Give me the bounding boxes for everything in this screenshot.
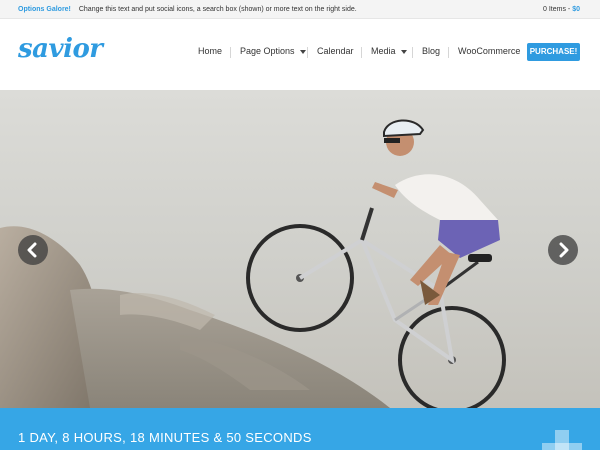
caret-down-icon (299, 49, 306, 54)
purchase-button[interactable]: PURCHASE! (527, 43, 580, 61)
plus-icon (542, 430, 582, 450)
nav-divider (412, 47, 413, 58)
caret-down-icon (400, 49, 407, 54)
top-bar: Options Galore! Change this text and put… (0, 0, 600, 19)
nav-divider (361, 47, 362, 58)
hero-slider (0, 90, 600, 408)
site-logo[interactable]: savior (18, 34, 103, 64)
nav-item-home[interactable]: Home (198, 46, 222, 56)
slider-next-button[interactable] (548, 235, 578, 265)
countdown-bar: 1 DAY, 8 HOURS, 18 MINUTES & 50 SECONDS (0, 408, 600, 450)
nav-divider (307, 47, 308, 58)
nav-item-blog[interactable]: Blog (422, 46, 440, 56)
nav-divider (230, 47, 231, 58)
hero-image (0, 119, 506, 408)
promo-title: Options Galore! (18, 6, 71, 13)
promo-text: Change this text and put social icons, a… (78, 6, 357, 13)
nav-item-label: Media (371, 46, 396, 56)
nav-item-woocommerce[interactable]: WooCommerce (458, 46, 520, 56)
nav-item-calendar[interactable]: Calendar (317, 46, 354, 56)
slider-prev-button[interactable] (18, 235, 48, 265)
nav-item-media[interactable]: Media (371, 46, 407, 56)
nav-divider (448, 47, 449, 58)
nav-item-page-options[interactable]: Page Options (240, 46, 306, 56)
chevron-right-icon (559, 242, 569, 258)
countdown-text: 1 DAY, 8 HOURS, 18 MINUTES & 50 SECONDS (18, 430, 312, 445)
cart-price[interactable]: $0 (572, 6, 580, 13)
site-header: savior Home Page Options Calendar Media … (0, 19, 600, 90)
cart-items[interactable]: 0 Items - (543, 6, 570, 13)
nav-item-label: Page Options (240, 46, 295, 56)
chevron-left-icon (27, 242, 37, 258)
cart-summary[interactable]: 0 Items - $0 (543, 6, 580, 13)
top-bar-message: Options Galore! Change this text and put… (18, 6, 357, 13)
